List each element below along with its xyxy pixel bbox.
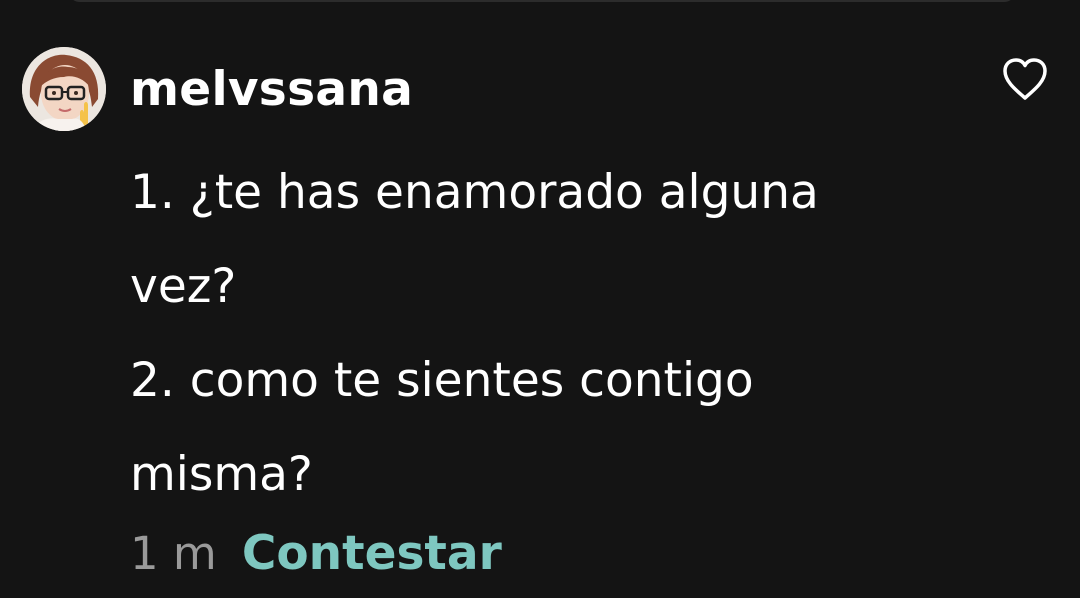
comment-footer: 1 m Contestar (130, 522, 502, 586)
reply-button[interactable]: Contestar (242, 526, 502, 581)
avatar-icon (22, 47, 106, 131)
username[interactable]: melvssana (130, 58, 413, 122)
comment-line: misma? (130, 447, 313, 502)
like-button[interactable] (1000, 56, 1050, 104)
comment-item: melvssana 1. ¿te has enamorado alguna ve… (0, 0, 1080, 598)
comment-text: 1. ¿te has enamorado alguna vez? 2. como… (130, 146, 970, 522)
avatar[interactable] (22, 47, 106, 131)
comment-line: 2. como te sientes contigo (130, 353, 754, 408)
heart-outline-icon (1003, 58, 1047, 100)
comment-line: 1. ¿te has enamorado alguna (130, 165, 819, 220)
comment-line: vez? (130, 259, 237, 314)
comment-timestamp: 1 m (130, 527, 217, 580)
